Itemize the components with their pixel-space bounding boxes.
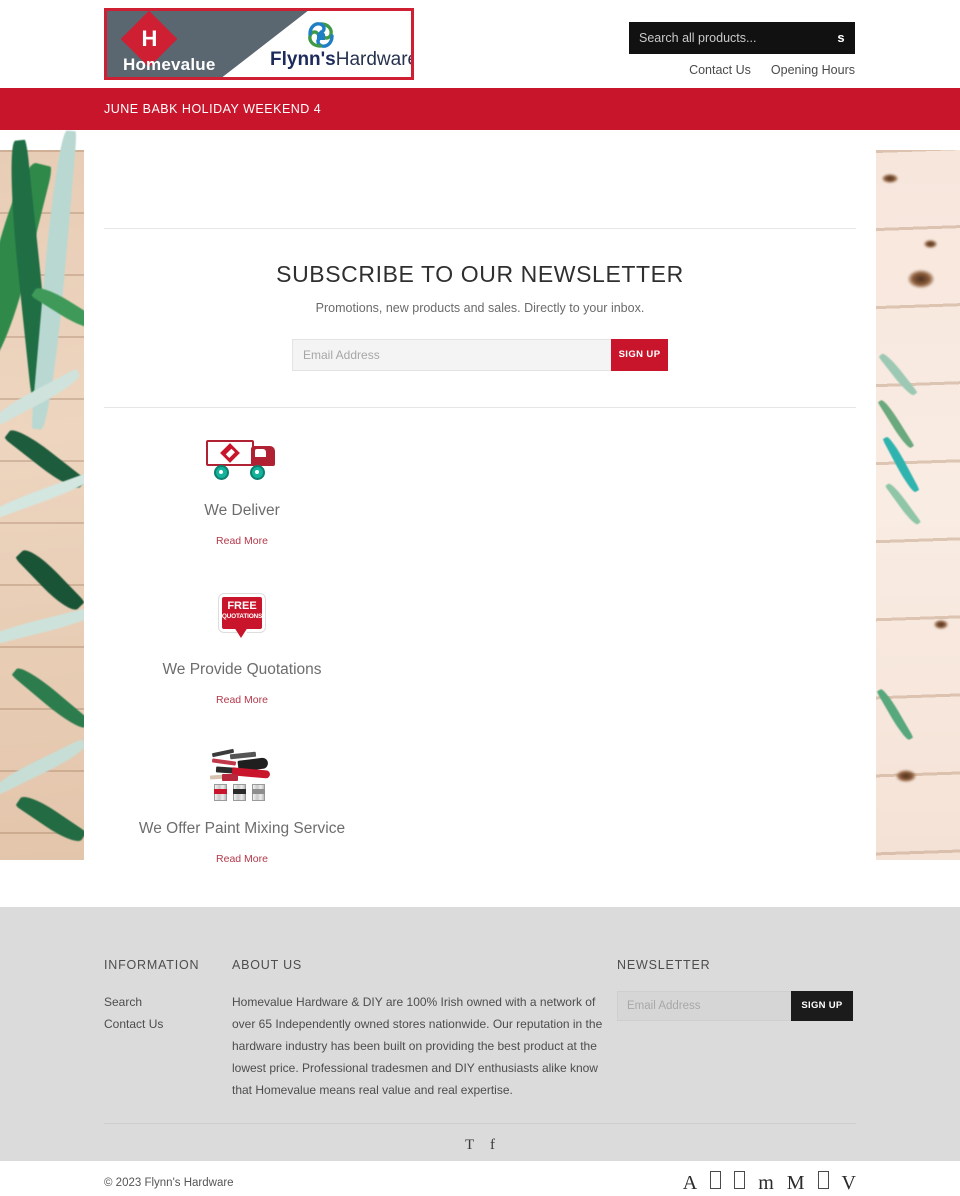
newsletter-section: SUBSCRIBE TO OUR NEWSLETTER Promotions, … [84, 229, 876, 371]
footer-link-search[interactable]: Search [104, 991, 232, 1013]
logo-homevalue-text: Homevalue [123, 55, 216, 74]
badge-line-two: QUOTATIONS [221, 613, 263, 620]
facebook-icon[interactable]: f [490, 1137, 495, 1153]
search-bar[interactable]: s [629, 22, 855, 54]
flynns-swirl-icon [306, 20, 336, 50]
feature-read-more-link[interactable]: Read More [216, 534, 268, 548]
social-links: T f [0, 1124, 960, 1156]
newsletter-subtitle: Promotions, new products and sales. Dire… [315, 301, 645, 315]
shop-pay-icon[interactable] [817, 1170, 829, 1196]
logo-flynns-word: Flynn's [270, 49, 336, 70]
site-header: H Homevalue Flynn'sHardware s Contact Us… [0, 0, 960, 88]
feature-we-offer-paint-mixing-service: We Offer Paint Mixing Service Read More [104, 748, 380, 867]
header-links: Contact Us Opening Hours [689, 62, 855, 78]
feature-we-deliver: We Deliver Read More [104, 430, 380, 549]
google-pay-icon[interactable] [734, 1170, 746, 1196]
main-top-spacer [84, 130, 876, 228]
newsletter-signup-button[interactable]: SIGN UP [611, 339, 668, 371]
newsletter-email-input[interactable] [292, 339, 611, 371]
apple-pay-icon[interactable] [710, 1170, 722, 1196]
footer-bottom-bar: © 2023 Flynn's Hardware A m M V [104, 1170, 856, 1196]
amex-icon[interactable]: A [683, 1170, 697, 1196]
feature-title: We Deliver [204, 502, 280, 519]
badge-line-one: FREE [227, 600, 257, 612]
search-submit-icon[interactable]: s [827, 22, 855, 54]
maestro-icon[interactable]: m [758, 1170, 774, 1196]
logo-flynns-hardware-text: Flynn'sHardware [270, 49, 414, 71]
copyright-text: © 2023 Flynn's Hardware [104, 1177, 234, 1189]
footer-column-about-us: ABOUT US Homevalue Hardware & DIY are 10… [232, 957, 617, 1101]
announcement-text: JUNE BABK HOLIDAY WEEKEND 4 [104, 102, 322, 116]
footer-columns: INFORMATION Search Contact Us ABOUT US H… [104, 957, 856, 1101]
feature-read-more-link[interactable]: Read More [216, 693, 268, 707]
visa-icon[interactable]: V [842, 1170, 856, 1196]
footer-column-information: INFORMATION Search Contact Us [104, 957, 232, 1101]
logo-hardware-word: Hardware [335, 49, 414, 70]
footer-link-contact-us[interactable]: Contact Us [104, 1013, 232, 1035]
paint-mixing-icon [104, 748, 380, 804]
search-input[interactable] [629, 22, 827, 54]
delivery-truck-icon [104, 430, 380, 486]
footer-newsletter-signup-button[interactable]: SIGN UP [791, 991, 853, 1021]
header-link-opening-hours[interactable]: Opening Hours [771, 62, 855, 78]
background-image-right [876, 150, 960, 860]
mastercard-icon[interactable]: M [787, 1170, 805, 1196]
feature-title: We Offer Paint Mixing Service [138, 820, 346, 837]
header-link-contact-us[interactable]: Contact Us [689, 62, 751, 78]
homevalue-h-letter: H [141, 26, 158, 51]
main-content: SUBSCRIBE TO OUR NEWSLETTER Promotions, … [84, 130, 876, 907]
site-footer: INFORMATION Search Contact Us ABOUT US H… [0, 907, 960, 1194]
footer-newsletter-email-input[interactable] [617, 991, 791, 1021]
footer-heading-newsletter: NEWSLETTER [617, 958, 711, 972]
free-quotations-badge-icon: FREE QUOTATIONS [104, 589, 380, 645]
footer-newsletter-form: SIGN UP [617, 991, 853, 1021]
footer-heading-information: INFORMATION [104, 958, 200, 972]
site-logo[interactable]: H Homevalue Flynn'sHardware [104, 8, 414, 80]
feature-title: We Provide Quotations [162, 661, 322, 678]
footer-heading-about-us: ABOUT US [232, 958, 303, 972]
announcement-bar[interactable]: JUNE BABK HOLIDAY WEEKEND 4 [0, 88, 960, 130]
features-section: We Deliver Read More FREE QUOTATIONS We … [84, 408, 876, 907]
newsletter-form: SIGN UP [292, 339, 668, 371]
footer-column-newsletter: NEWSLETTER SIGN UP [617, 957, 856, 1101]
payment-methods: A m M V [683, 1170, 856, 1196]
feature-read-more-link[interactable]: Read More [216, 852, 268, 866]
twitter-icon[interactable]: T [465, 1137, 474, 1153]
background-image-left [0, 129, 100, 860]
footer-about-text: Homevalue Hardware & DIY are 100% Irish … [232, 995, 603, 1097]
feature-we-provide-quotations: FREE QUOTATIONS We Provide Quotations Re… [104, 589, 380, 708]
newsletter-title: SUBSCRIBE TO OUR NEWSLETTER [276, 261, 684, 287]
